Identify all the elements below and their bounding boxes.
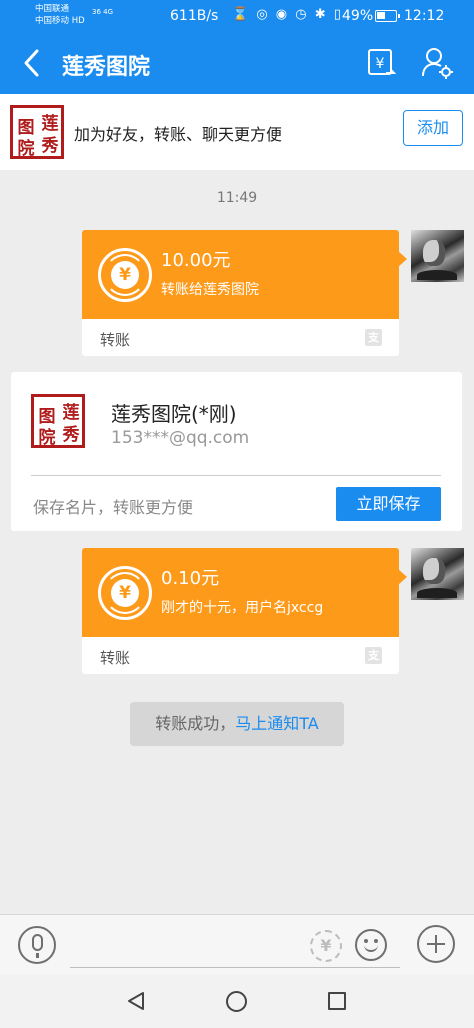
emoji-icon[interactable] — [355, 929, 387, 961]
message-input[interactable] — [70, 967, 400, 968]
banner-text: 加为好友，转账、聊天更方便 — [74, 125, 283, 144]
contact-seal-logo: 莲 图 秀 院 — [31, 394, 85, 448]
battery-icon — [375, 10, 400, 22]
transfer-coin-icon: ¥ — [98, 566, 152, 620]
save-contact-hint: 保存名片，转账更方便 — [33, 498, 194, 517]
status-bar: 中国联通 中国移动 HD 36 4G 611B/s ⌛ ◎ ◉ ◷ ✱ ▯ 49… — [0, 0, 474, 32]
carrier-2: 中国移动 HD — [35, 16, 85, 26]
transfer-note: 刚才的十元，用户名jxccg — [161, 600, 324, 616]
system-nav-bar — [0, 974, 474, 1028]
status-icons: ⌛ ◎ ◉ ◷ ✱ ▯ — [232, 7, 343, 22]
carrier-1: 中国联通 — [35, 4, 70, 14]
transfer-label: 转账 — [100, 331, 131, 349]
plus-icon[interactable] — [417, 925, 455, 963]
transfer-coin-icon: ¥ — [98, 248, 152, 302]
add-friend-banner: 莲 图 秀 院 加为好友，转账、聊天更方便 添加 — [0, 94, 474, 170]
user-settings-icon[interactable] — [420, 46, 454, 80]
transfer-label: 转账 — [100, 649, 131, 667]
input-bar: ¥ — [0, 914, 474, 974]
network-speed: 611B/s — [170, 8, 219, 24]
recent-apps-icon[interactable] — [328, 992, 346, 1010]
back-triangle-icon[interactable] — [126, 991, 146, 1011]
save-contact-button[interactable]: 立即保存 — [336, 487, 441, 521]
home-circle-icon[interactable] — [226, 991, 247, 1012]
seal-logo: 莲 图 秀 院 — [10, 105, 64, 159]
add-friend-button[interactable]: 添加 — [403, 110, 463, 146]
microphone-icon[interactable] — [18, 926, 56, 964]
message-timestamp: 11:49 — [216, 190, 258, 206]
transfer-amount: 10.00元 — [161, 250, 231, 271]
clock: 12:12 — [404, 8, 445, 24]
page-title: 莲秀图院 — [62, 55, 151, 80]
carrier-info: 中国联通 中国移动 HD — [35, 3, 85, 27]
divider — [31, 475, 441, 476]
alipay-logo-icon: 支 — [365, 647, 382, 664]
top-nav-bar: 莲秀图院 ¥ — [0, 32, 474, 94]
yuan-icon[interactable]: ¥ — [310, 930, 342, 962]
contact-name: 莲秀图院(*刚) — [111, 402, 237, 426]
alipay-logo-icon: 支 — [365, 329, 382, 346]
svg-text:¥: ¥ — [376, 56, 385, 72]
contact-email: 153***@qq.com — [111, 428, 250, 448]
network-type: 36 4G — [92, 8, 114, 16]
system-tip: 转账成功，马上通知TA — [130, 702, 344, 746]
transfer-card[interactable]: ¥ 10.00元 转账给莲秀图院 转账 支 — [82, 230, 407, 356]
contact-card[interactable]: 莲 图 秀 院 莲秀图院(*刚) 153***@qq.com 保存名片，转账更方… — [11, 372, 462, 531]
transfer-amount: 0.10元 — [161, 568, 220, 589]
transfer-card[interactable]: ¥ 0.10元 刚才的十元，用户名jxccg 转账 支 — [82, 548, 407, 674]
transfer-note: 转账给莲秀图院 — [161, 282, 259, 298]
avatar[interactable] — [411, 548, 464, 600]
battery-percent: 49% — [342, 8, 374, 24]
tip-text: 转账成功， — [155, 714, 236, 733]
avatar[interactable] — [411, 230, 464, 282]
yuan-transfer-icon[interactable]: ¥ — [366, 47, 396, 79]
notify-link[interactable]: 马上通知TA — [235, 714, 318, 733]
chevron-left-icon[interactable] — [18, 46, 48, 80]
